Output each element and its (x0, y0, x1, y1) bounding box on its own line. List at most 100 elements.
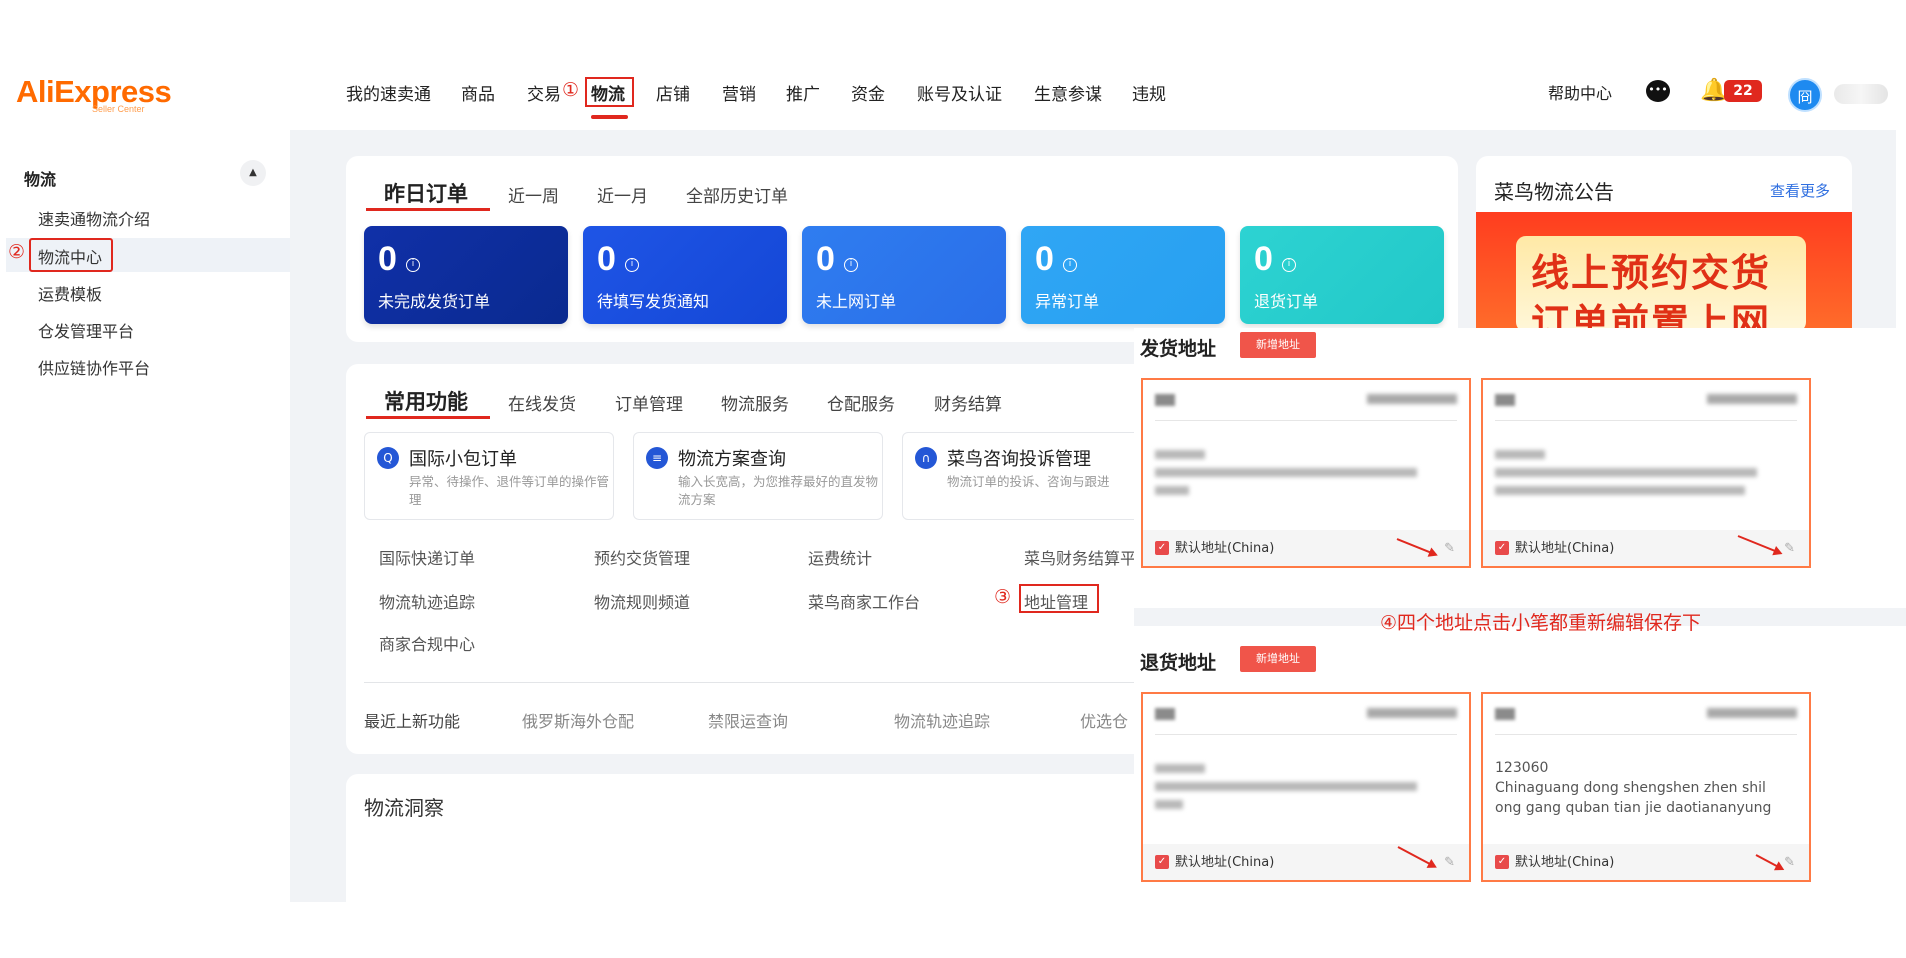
tab-finance[interactable]: 财务结算 (934, 390, 1002, 415)
recent-preferred-warehouse[interactable]: 优选仓 (1080, 708, 1128, 732)
add-shipping-address-button[interactable]: 新增地址 (1240, 332, 1316, 358)
address-name-blurred (1495, 394, 1515, 406)
banner-line-1: 线上预约交货 (1531, 251, 1772, 295)
tab-common-functions[interactable]: 常用功能 (384, 386, 468, 416)
shipping-address-card-2: ✓ 默认地址(China) ✎ (1481, 378, 1811, 568)
stat-not-online[interactable]: 0i 未上网订单 (802, 226, 1006, 324)
tab-yesterday[interactable]: 昨日订单 (384, 178, 468, 208)
stat-value: 0 (1035, 240, 1054, 278)
link-cainiao-finance[interactable]: 菜鸟财务结算平 (1024, 545, 1136, 569)
recent-features-label: 最近上新功能 (364, 712, 461, 731)
shipping-address-card-1: ✓ 默认地址(China) ✎ (1141, 378, 1471, 568)
link-compliance[interactable]: 商家合规中心 (379, 631, 475, 655)
add-return-address-button[interactable]: 新增地址 (1240, 646, 1316, 672)
recent-restricted-query[interactable]: 禁限运查询 (708, 708, 788, 732)
notification-badge: 22 (1724, 80, 1762, 102)
recent-russia-warehouse[interactable]: 俄罗斯海外仓配 (522, 708, 634, 732)
nav-funds[interactable]: 资金 (851, 80, 885, 105)
checkbox-checked-icon[interactable]: ✓ (1495, 855, 1509, 869)
logo-subtitle: Seller Center (92, 104, 145, 114)
checkbox-checked-icon[interactable]: ✓ (1495, 541, 1509, 555)
username-blurred[interactable] (1834, 84, 1888, 104)
divider (1155, 734, 1457, 735)
stat-unshipped[interactable]: 0i 未完成发货订单 (364, 226, 568, 324)
tab-online-shipping[interactable]: 在线发货 (508, 390, 576, 415)
step-4-note: ④四个地址点击小笔都重新编辑保存下 (1380, 612, 1702, 634)
step-2-marker: ② (8, 241, 26, 263)
address-line-blurred (1495, 450, 1545, 459)
tab-warehouse-service[interactable]: 仓配服务 (827, 390, 895, 415)
nav-business-advisor[interactable]: 生意参谋 (1034, 80, 1102, 105)
edit-pencil-icon[interactable]: ✎ (1784, 855, 1795, 870)
edit-pencil-icon[interactable]: ✎ (1444, 855, 1455, 870)
recent-tracking[interactable]: 物流轨迹追踪 (894, 708, 990, 732)
stat-value: 0 (597, 240, 616, 278)
edit-pencil-icon[interactable]: ✎ (1444, 541, 1455, 556)
link-express-orders[interactable]: 国际快递订单 (379, 545, 475, 569)
help-center-link[interactable]: 帮助中心 (1548, 80, 1612, 104)
aliexpress-logo[interactable]: AliExpress Seller Center (16, 74, 172, 114)
banner-line-2: 订单前置上网 (1531, 301, 1772, 328)
address-line-blurred (1155, 800, 1183, 809)
sidebar-item-shipping-template[interactable]: 运费模板 (38, 281, 102, 305)
avatar[interactable]: 冏 (1788, 78, 1822, 112)
nav-marketing[interactable]: 营销 (722, 80, 756, 105)
stat-notice-pending[interactable]: 0i 待填写发货通知 (583, 226, 787, 324)
default-address-label: 默认地址(China) (1175, 541, 1275, 556)
stat-value: 0 (378, 240, 397, 278)
list-icon: ≡ (646, 447, 668, 469)
sidebar-item-warehouse[interactable]: 仓发管理平台 (38, 318, 134, 342)
address-name-blurred (1155, 394, 1175, 406)
link-address-management[interactable]: 地址管理 (1024, 589, 1088, 613)
stat-abnormal[interactable]: 0i 异常订单 (1021, 226, 1225, 324)
nav-trade[interactable]: 交易 (527, 80, 561, 105)
nav-promotion[interactable]: 推广 (786, 80, 820, 105)
info-icon: i (406, 258, 420, 272)
link-merchant-workbench[interactable]: 菜鸟商家工作台 (808, 589, 920, 613)
sidebar-item-logistics-center[interactable]: 物流中心 (38, 244, 102, 268)
func-card-small-parcel[interactable]: Q 国际小包订单 异常、待操作、退件等订单的操作管理 (364, 432, 614, 520)
func-card-plan-query[interactable]: ≡ 物流方案查询 输入长宽高，为您推荐最好的直发物流方案 (633, 432, 883, 520)
address-line: ong gang quban tian jie daotiananyung (1495, 800, 1772, 816)
nav-my-aliexpress[interactable]: 我的速卖通 (346, 80, 431, 105)
sidebar-item-intro[interactable]: 速卖通物流介绍 (38, 206, 150, 230)
step-1-marker: ① (562, 79, 580, 101)
divider (1155, 420, 1457, 421)
checkbox-checked-icon[interactable]: ✓ (1155, 541, 1169, 555)
nav-logistics[interactable]: 物流 (591, 80, 625, 105)
announcement-banner[interactable]: 线上预约交货 订单前置上网 (1476, 212, 1852, 328)
link-appointment[interactable]: 预约交货管理 (594, 545, 690, 569)
checkbox-checked-icon[interactable]: ✓ (1155, 855, 1169, 869)
tab-month[interactable]: 近一月 (597, 182, 648, 207)
return-address-card-2: 123060 Chinaguang dong shengshen zhen sh… (1481, 692, 1811, 882)
info-icon: i (625, 258, 639, 272)
insight-title: 物流洞察 (364, 796, 444, 820)
nav-account[interactable]: 账号及认证 (917, 80, 1002, 105)
tab-all-history[interactable]: 全部历史订单 (686, 182, 788, 207)
sidebar-item-supply-chain[interactable]: 供应链协作平台 (38, 355, 150, 379)
tab-order-management[interactable]: 订单管理 (615, 390, 683, 415)
tab-week[interactable]: 近一周 (508, 182, 559, 207)
search-icon: Q (377, 447, 399, 469)
func-desc: 输入长宽高，为您推荐最好的直发物流方案 (678, 474, 879, 507)
tab-active-underline (366, 416, 490, 419)
link-rules-channel[interactable]: 物流规则频道 (594, 589, 690, 613)
func-card-complaint[interactable]: ∩ 菜鸟咨询投诉管理 物流订单的投诉、咨询与跟进 (902, 432, 1152, 520)
address-phone-blurred (1707, 394, 1797, 404)
view-more-link[interactable]: 查看更多 (1770, 180, 1830, 201)
link-tracking[interactable]: 物流轨迹追踪 (379, 589, 475, 613)
address-name-blurred (1495, 708, 1515, 720)
chat-icon[interactable]: ••• (1646, 80, 1670, 102)
tab-logistics-service[interactable]: 物流服务 (721, 390, 789, 415)
step-3-marker: ③ (994, 586, 1012, 608)
nav-store[interactable]: 店铺 (656, 80, 690, 105)
stat-returns[interactable]: 0i 退货订单 (1240, 226, 1444, 324)
address-line: Chinaguang dong shengshen zhen shil (1495, 780, 1766, 796)
collapse-caret-icon[interactable]: ▲ (240, 160, 266, 186)
nav-products[interactable]: 商品 (461, 80, 495, 105)
edit-pencil-icon[interactable]: ✎ (1784, 541, 1795, 556)
nav-violations[interactable]: 违规 (1132, 80, 1166, 105)
address-name-blurred (1155, 708, 1175, 720)
link-freight-stats[interactable]: 运费统计 (808, 545, 872, 569)
default-address-label: 默认地址(China) (1175, 855, 1275, 870)
